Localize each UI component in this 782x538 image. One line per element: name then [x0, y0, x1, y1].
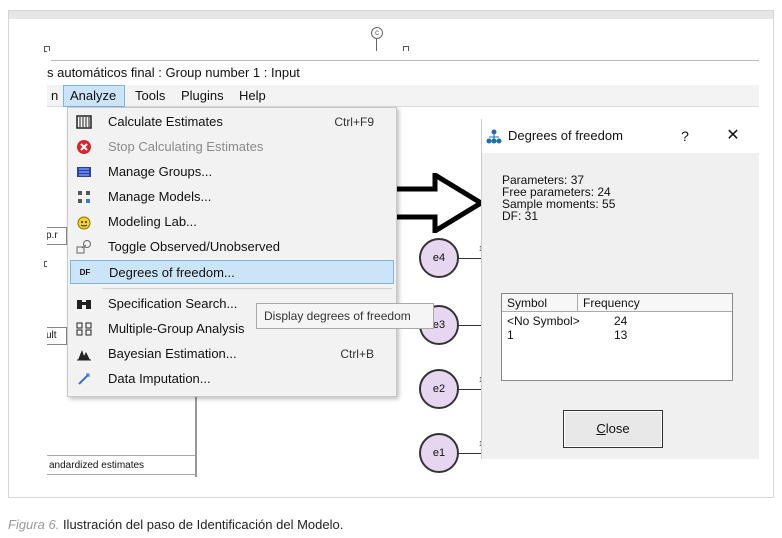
rotation-handle-stem — [376, 39, 377, 51]
frame-top-bar — [9, 11, 773, 19]
menu-item-modeling-lab[interactable]: Modeling Lab... — [70, 210, 394, 234]
column-header-frequency[interactable]: Frequency — [578, 294, 732, 312]
abacus-icon — [76, 115, 92, 129]
guide-line — [51, 60, 759, 61]
menu-item-manage-groups[interactable]: Manage Groups... — [70, 160, 394, 184]
binoculars-icon — [77, 300, 91, 309]
menu-item-degrees-of-freedom[interactable]: DF Degrees of freedom... — [70, 260, 394, 284]
menu-analyze[interactable]: Analyze — [63, 85, 125, 107]
screenshot: s automáticos final : Group number 1 : I… — [47, 51, 759, 477]
df-icon: DF — [79, 268, 91, 277]
caption-label: Figura 6. — [8, 517, 60, 532]
left-status-text: andardized estimates — [47, 455, 195, 475]
window-title: s automáticos final : Group number 1 : I… — [47, 65, 300, 80]
pointer-arrow-icon — [385, 173, 485, 233]
left-tab-2[interactable]: ult — [47, 327, 67, 345]
menu-plugins[interactable]: Plugins — [175, 85, 230, 107]
cell-symbol: <No Symbol> — [507, 314, 580, 328]
table-header: Symbol Frequency — [502, 294, 732, 312]
multigroup-icon — [76, 322, 92, 336]
caption-text: Ilustración del paso de Identificación d… — [62, 517, 344, 532]
dialog-tree-icon — [486, 129, 502, 144]
close-button[interactable]: Close — [563, 410, 663, 448]
diagram-node-e4[interactable]: e4 — [419, 238, 459, 278]
menu-help[interactable]: Help — [233, 85, 272, 107]
cell-frequency: 13 — [614, 328, 628, 342]
tooltip: Display degrees of freedom — [256, 303, 434, 329]
diagram-node-e1[interactable]: e1 — [419, 433, 459, 473]
dof-stats: Parameters: 37 Free parameters: 24 Sampl… — [502, 174, 615, 222]
help-button[interactable]: ? — [678, 119, 692, 153]
models-icon — [78, 191, 90, 203]
menu-item-stop-calculating: Stop Calculating Estimates — [70, 135, 394, 159]
cell-frequency: 24 — [614, 314, 628, 328]
table-row[interactable]: 1 13 — [502, 328, 732, 342]
menu-item-data-imputation[interactable]: Data Imputation... — [70, 367, 394, 391]
figure-frame: c s automáticos final : Group number 1 :… — [8, 10, 774, 498]
menu-item-toggle-observed[interactable]: Toggle Observed/Unobserved — [70, 235, 394, 259]
menu-item-calculate-estimates[interactable]: Calculate Estimates Ctrl+F9 — [70, 110, 394, 134]
menu-tools[interactable]: Tools — [129, 85, 171, 107]
dialog-titlebar: Degrees of freedom ? ✕ — [482, 119, 759, 153]
groups-icon — [77, 167, 91, 177]
left-tab-1[interactable]: p.r — [47, 227, 67, 245]
diagram-node-e2[interactable]: e2 — [419, 369, 459, 409]
bayes-icon — [77, 350, 91, 361]
stop-icon — [77, 140, 91, 154]
degrees-of-freedom-dialog: Degrees of freedom ? ✕ Parameters: 37 Fr… — [481, 119, 759, 459]
analyze-menu: Calculate Estimates Ctrl+F9 Stop Calcula… — [67, 107, 397, 397]
cell-symbol: 1 — [507, 328, 514, 342]
stat-df: DF: 31 — [502, 209, 539, 223]
imputation-icon — [78, 373, 90, 385]
menu-partial[interactable]: n — [47, 85, 64, 107]
dialog-title: Degrees of freedom — [508, 128, 623, 143]
menu-item-manage-models[interactable]: Manage Models... — [70, 185, 394, 209]
table-row[interactable]: <No Symbol> 24 — [502, 314, 732, 328]
close-icon[interactable]: ✕ — [726, 119, 740, 153]
symbol-frequency-table: Symbol Frequency <No Symbol> 24 1 13 — [501, 293, 733, 381]
menu-bar: n Analyze Tools Plugins Help — [47, 85, 759, 107]
figure-caption: Figura 6. Ilustración del paso de Identi… — [8, 517, 343, 532]
rotation-handle-icon[interactable]: c — [371, 27, 383, 39]
lab-icon — [77, 216, 91, 230]
toggle-icon — [76, 240, 91, 254]
menu-item-bayesian[interactable]: Bayesian Estimation... Ctrl+B — [70, 342, 394, 366]
menu-separator — [102, 288, 392, 289]
column-header-symbol[interactable]: Symbol — [502, 294, 578, 312]
